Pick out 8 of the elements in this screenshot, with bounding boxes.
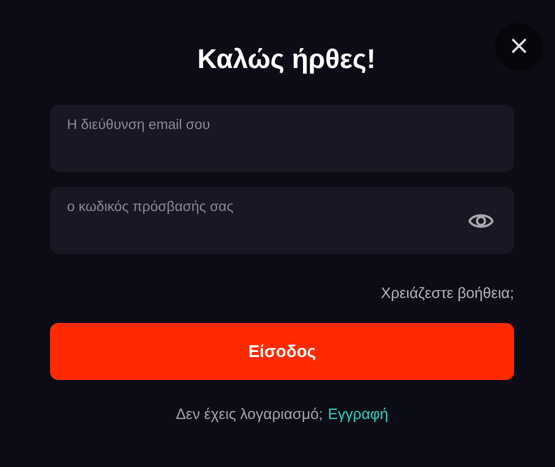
register-link[interactable]: Εγγραφή [328,406,388,423]
password-field[interactable]: ο κωδικός πρόσβασής σας [50,187,514,254]
login-button[interactable]: Είσοδος [50,323,514,380]
no-account-text: Δεν έχεις λογαριασμό; [176,406,323,423]
dialog-title: Καλώς ήρθες! [197,44,376,75]
help-link[interactable]: Χρειάζεστε βοήθεια; [380,285,514,302]
email-field[interactable]: Η διεύθυνση email σου [50,105,514,172]
close-button[interactable]: × [495,23,543,71]
